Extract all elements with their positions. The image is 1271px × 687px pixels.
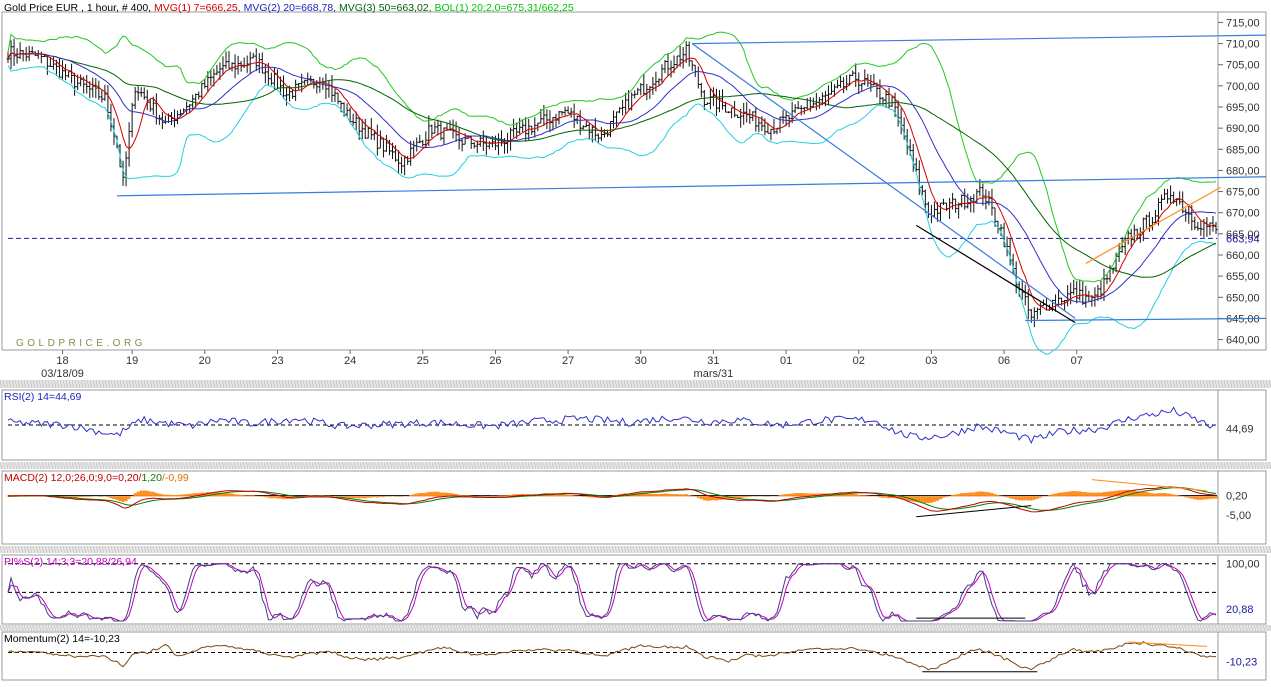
x-tick-label: 07 [1071,355,1083,367]
indicator-label: MACD(2) 12,0;26,0;9,0=0,20/1,20/-0,99 [4,472,189,484]
y-tick-label: 100,00 [1226,559,1260,571]
y-tick-label: 700,00 [1226,81,1260,93]
x-tick-label: 03 [925,355,937,367]
x-tick-label: 27 [562,355,574,367]
x-tick-label: 31 [707,355,719,367]
y-tick-label: 660,00 [1226,250,1260,262]
y-tick-label: 0,20 [1226,491,1247,503]
y-tick-label: 675,00 [1226,187,1260,199]
x-tick-label: 24 [344,355,356,367]
rsi-last-label: 44,69 [1226,423,1254,435]
indicator-label: PI%S(2) 14;3;3=20,88/26,94 [4,556,137,568]
title-part: MVG(1) 7=666,25, [154,2,244,14]
x-tick-label: 30 [635,355,647,367]
chart-canvas: 640,00645,00650,00655,00660,00665,00670,… [0,2,1271,681]
x-tick-label: 23 [271,355,283,367]
y-tick-label: 640,00 [1226,335,1260,347]
y-tick-label: 20,88 [1226,604,1254,616]
y-tick-label: 655,00 [1226,271,1260,283]
pane-frame-4 [1,631,1267,681]
pane-frame-3 [1,554,1267,625]
y-tick-label: 705,00 [1226,60,1260,72]
x-tick-label: 01 [780,355,792,367]
chart-window: 640,00 645,00 650,00 655,00 660,00 665,00 670,… [0,0,1271,687]
chart-title: Gold Price EUR , 1 hour, # 400, MVG(1) 7… [4,2,574,14]
y-tick-label: -5,00 [1226,510,1251,522]
x-tick-label: 18 [56,355,68,367]
y-tick-label: 715,00 [1226,17,1260,29]
title-part: MVG(2) 20=668,78, [244,2,339,14]
label-part: 1,20 [141,472,162,484]
y-tick-label: 680,00 [1226,165,1260,177]
x-tick-label: 19 [126,355,138,367]
last-value-label: 663,94 [1226,233,1260,245]
indicator-label: Momentum(2) 14=-10,23 [4,633,120,645]
label-part: MACD(2) 12,0;26,0;9,0=0,20/ [4,472,142,484]
title-part: MVG(3) 50=663,02, [339,2,434,14]
y-tick-label: 685,00 [1226,144,1260,156]
x-sublabel: mars/31 [694,368,734,380]
indicator-label: RSI(2) 14=44,69 [4,391,82,403]
label-part: /-0,99 [162,472,189,484]
x-sublabel: 03/18/09 [41,368,84,380]
y-tick-label: 670,00 [1226,208,1260,220]
y-tick-label: -10,23 [1226,656,1257,668]
x-tick-label: 26 [489,355,501,367]
y-tick-label: 645,00 [1226,313,1260,325]
y-tick-label: 695,00 [1226,102,1260,114]
x-tick-label: 20 [199,355,211,367]
pane-frame-2 [1,470,1267,545]
y-tick-label: 690,00 [1226,123,1260,135]
y-tick-label: 710,00 [1226,39,1260,51]
x-tick-label: 02 [853,355,865,367]
y-tick-label: 650,00 [1226,292,1260,304]
title-part: BOL(1) 20;2,0=675,31/662,25 [434,2,573,14]
x-tick-label: 06 [998,355,1010,367]
title-part: Gold Price EUR , 1 hour, # 400, [4,2,154,14]
x-tick-label: 25 [417,355,429,367]
watermark: GOLDPRICE.ORG [16,338,146,349]
